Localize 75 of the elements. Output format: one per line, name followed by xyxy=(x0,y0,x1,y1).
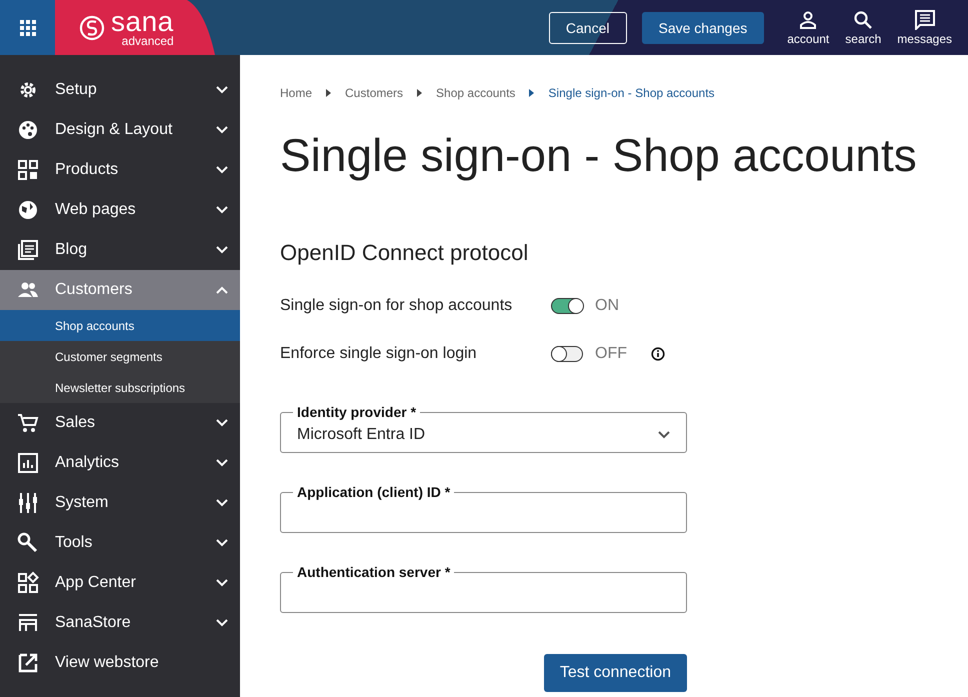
info-icon[interactable] xyxy=(651,347,665,361)
grid-icon xyxy=(20,20,36,36)
breadcrumb-separator-icon xyxy=(529,89,534,97)
palette-icon xyxy=(16,118,40,142)
globe-icon xyxy=(16,198,40,222)
sidebar-item[interactable]: Tools xyxy=(0,523,240,563)
chevron-icon xyxy=(216,206,228,214)
external-link-icon xyxy=(16,651,40,675)
sidebar-item[interactable]: Web pages xyxy=(0,190,240,230)
breadcrumb-link[interactable]: Customers xyxy=(345,86,404,100)
save-button[interactable]: Save changes xyxy=(642,12,764,44)
sidebar-item[interactable]: SanaStore xyxy=(0,603,240,643)
chevron-icon xyxy=(216,166,228,174)
submenu-item[interactable]: Shop accounts xyxy=(0,310,240,341)
logo-icon xyxy=(79,14,105,40)
breadcrumb-link[interactable]: Shop accounts xyxy=(436,86,516,100)
sidebar-item[interactable]: Blog xyxy=(0,230,240,270)
setting-label: Enforce single sign-on login xyxy=(280,345,478,363)
sidebar-item[interactable]: Sales xyxy=(0,403,240,443)
sidebar-item[interactable]: Products xyxy=(0,150,240,190)
chevron-icon xyxy=(216,539,228,547)
apps-icon xyxy=(16,571,40,595)
section-heading: OpenID Connect protocol xyxy=(280,240,530,266)
test-connection-button[interactable]: Test connection xyxy=(544,654,687,692)
sidebar-item[interactable]: System xyxy=(0,483,240,523)
message-icon xyxy=(914,10,936,30)
bar-chart-icon xyxy=(16,451,40,475)
sliders-icon xyxy=(16,491,40,515)
field-label: Authentication server * xyxy=(296,564,452,580)
newspaper-icon xyxy=(16,238,40,262)
breadcrumb-separator-icon xyxy=(326,89,332,97)
cart-icon xyxy=(16,411,40,435)
toggle-switch[interactable] xyxy=(551,298,583,314)
field-label: Identity provider * xyxy=(296,404,418,420)
submenu-item[interactable]: Newsletter subscriptions xyxy=(0,372,240,403)
chevron-icon xyxy=(216,246,228,254)
chevron-icon xyxy=(216,286,228,294)
field-label: Application (client) ID * xyxy=(296,484,452,500)
dropdown-field[interactable]: Identity provider * Microsoft Entra ID xyxy=(280,404,687,453)
cancel-button[interactable]: Cancel xyxy=(548,12,626,44)
messages-button[interactable]: messages xyxy=(897,10,952,46)
edition-label: advanced xyxy=(122,34,174,46)
toggle-state: OFF xyxy=(595,345,628,363)
toggle-state: ON xyxy=(595,297,620,315)
chevron-icon xyxy=(216,86,228,94)
submenu-item[interactable]: Customer segments xyxy=(0,341,240,372)
breadcrumb-link[interactable]: Single sign-on - Shop accounts xyxy=(548,86,715,100)
sidebar-item[interactable]: App Center xyxy=(0,563,240,603)
breadcrumb-link[interactable]: Home xyxy=(280,86,312,100)
breadcrumb-separator-icon xyxy=(417,89,422,97)
chevron-icon xyxy=(216,459,228,467)
chevron-icon xyxy=(216,579,228,587)
sidebar-item[interactable]: Setup xyxy=(0,70,240,110)
search-icon xyxy=(853,10,874,30)
input-field[interactable]: Application (client) ID * xyxy=(280,484,687,533)
field-value: Microsoft Entra ID xyxy=(297,426,426,444)
input-field[interactable]: Authentication server * xyxy=(280,564,687,613)
sidebar-item[interactable]: Analytics xyxy=(0,443,240,483)
grid-icon xyxy=(16,158,40,182)
chevron-icon xyxy=(216,419,228,427)
chevron-icon xyxy=(216,126,228,134)
sidebar-item[interactable]: Customers xyxy=(0,270,240,310)
apps-button[interactable] xyxy=(0,0,55,55)
sidebar-item[interactable]: Design & Layout xyxy=(0,110,240,150)
account-button[interactable]: account xyxy=(787,10,830,46)
page-title: Single sign-on - Shop accounts xyxy=(280,132,918,178)
chevron-icon xyxy=(216,619,228,627)
toggle-switch[interactable] xyxy=(551,346,583,362)
setting-label: Single sign-on for shop accounts xyxy=(280,297,514,315)
dropdown-chevron-icon xyxy=(658,431,670,439)
sidebar-item[interactable]: View webstore xyxy=(0,643,240,683)
search-button[interactable]: search xyxy=(845,10,882,46)
chevron-icon xyxy=(216,499,228,507)
account-icon xyxy=(798,10,818,30)
logo-text: sana xyxy=(111,8,174,34)
